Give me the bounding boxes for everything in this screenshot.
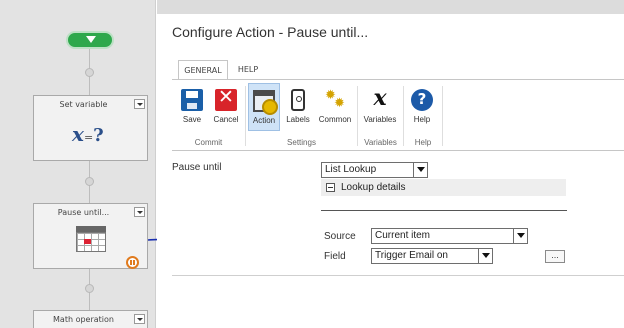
action-button-label: Action (252, 116, 276, 125)
action-menu-button[interactable] (134, 314, 145, 324)
collapse-icon[interactable] (326, 183, 335, 192)
source-select[interactable]: Current item (371, 228, 528, 244)
divider (172, 275, 624, 276)
pause-until-value: List Lookup (325, 164, 377, 175)
variables-icon: x (373, 85, 387, 111)
help-icon: ? (411, 89, 433, 111)
group-separator (357, 86, 358, 146)
group-label-commit: Commit (194, 138, 223, 147)
chevron-down-icon (413, 163, 427, 177)
field-picker-button[interactable]: ... (545, 250, 565, 263)
chevron-down-icon (478, 249, 492, 263)
action-set-variable[interactable]: Set variable x=? (33, 95, 148, 161)
common-button-label: Common (318, 115, 352, 124)
action-icon (253, 90, 278, 115)
save-button[interactable]: Save (176, 83, 208, 131)
workflow-canvas[interactable]: Set variable x=? Pause until... Math ope… (0, 0, 156, 328)
save-button-label: Save (182, 115, 202, 124)
cancel-button[interactable]: ✕ Cancel (210, 83, 242, 131)
configure-action-dialog: Configure Action - Pause until... GENERA… (157, 0, 624, 328)
connector-dot[interactable] (85, 177, 94, 186)
lookup-details-label: Lookup details (341, 182, 406, 193)
group-label-help: Help (414, 138, 432, 147)
set-variable-icon: x=? (72, 122, 104, 146)
action-title: Math operation (53, 315, 114, 324)
action-title: Pause until... (57, 208, 110, 217)
save-icon (181, 89, 203, 111)
action-pause-until[interactable]: Pause until... (33, 203, 148, 269)
tab-help[interactable]: HELP (232, 60, 264, 80)
pause-until-select[interactable]: List Lookup (321, 162, 428, 178)
action-menu-button[interactable] (134, 207, 145, 217)
chevron-down-icon (86, 36, 96, 43)
connector-dot[interactable] (85, 284, 94, 293)
source-label: Source (324, 231, 356, 242)
field-value: Trigger Email on (375, 250, 448, 261)
action-button[interactable]: Action (248, 83, 280, 131)
workflow-start-node[interactable] (66, 31, 114, 49)
dialog-top-strip (157, 0, 624, 14)
divider (321, 210, 567, 211)
dialog-title: Configure Action - Pause until... (172, 24, 369, 40)
variables-button-label: Variables (363, 115, 397, 124)
labels-button-label: Labels (286, 115, 310, 124)
labels-icon (291, 89, 305, 111)
common-icon: ✹ ✹ (325, 88, 345, 111)
help-button[interactable]: ? Help (406, 83, 438, 131)
cancel-button-label: Cancel (213, 115, 239, 124)
group-label-settings: Settings (287, 138, 316, 147)
pause-until-label: Pause until (172, 162, 222, 173)
field-label: Field (324, 251, 346, 262)
source-value: Current item (375, 230, 431, 241)
ribbon-toolbar: Save ✕ Cancel Action Labels ✹ ✹ Common x… (172, 79, 624, 151)
connector-dot[interactable] (85, 68, 94, 77)
chevron-down-icon (513, 229, 527, 243)
variables-button[interactable]: x Variables (360, 83, 400, 131)
labels-button[interactable]: Labels (282, 83, 314, 131)
action-title: Set variable (59, 100, 108, 109)
pause-until-icon (76, 226, 139, 269)
common-button[interactable]: ✹ ✹ Common (316, 83, 354, 131)
field-select[interactable]: Trigger Email on (371, 248, 493, 264)
cancel-icon: ✕ (215, 86, 237, 111)
action-menu-button[interactable] (134, 99, 145, 109)
group-separator (245, 86, 246, 146)
pause-icon (126, 256, 139, 269)
group-label-variables: Variables (364, 138, 397, 147)
lookup-details-section[interactable]: Lookup details (321, 179, 566, 196)
group-separator (403, 86, 404, 146)
action-math-operation[interactable]: Math operation (33, 310, 148, 328)
tab-general[interactable]: GENERAL (178, 60, 228, 80)
group-separator (442, 86, 443, 146)
help-button-label: Help (413, 115, 431, 124)
